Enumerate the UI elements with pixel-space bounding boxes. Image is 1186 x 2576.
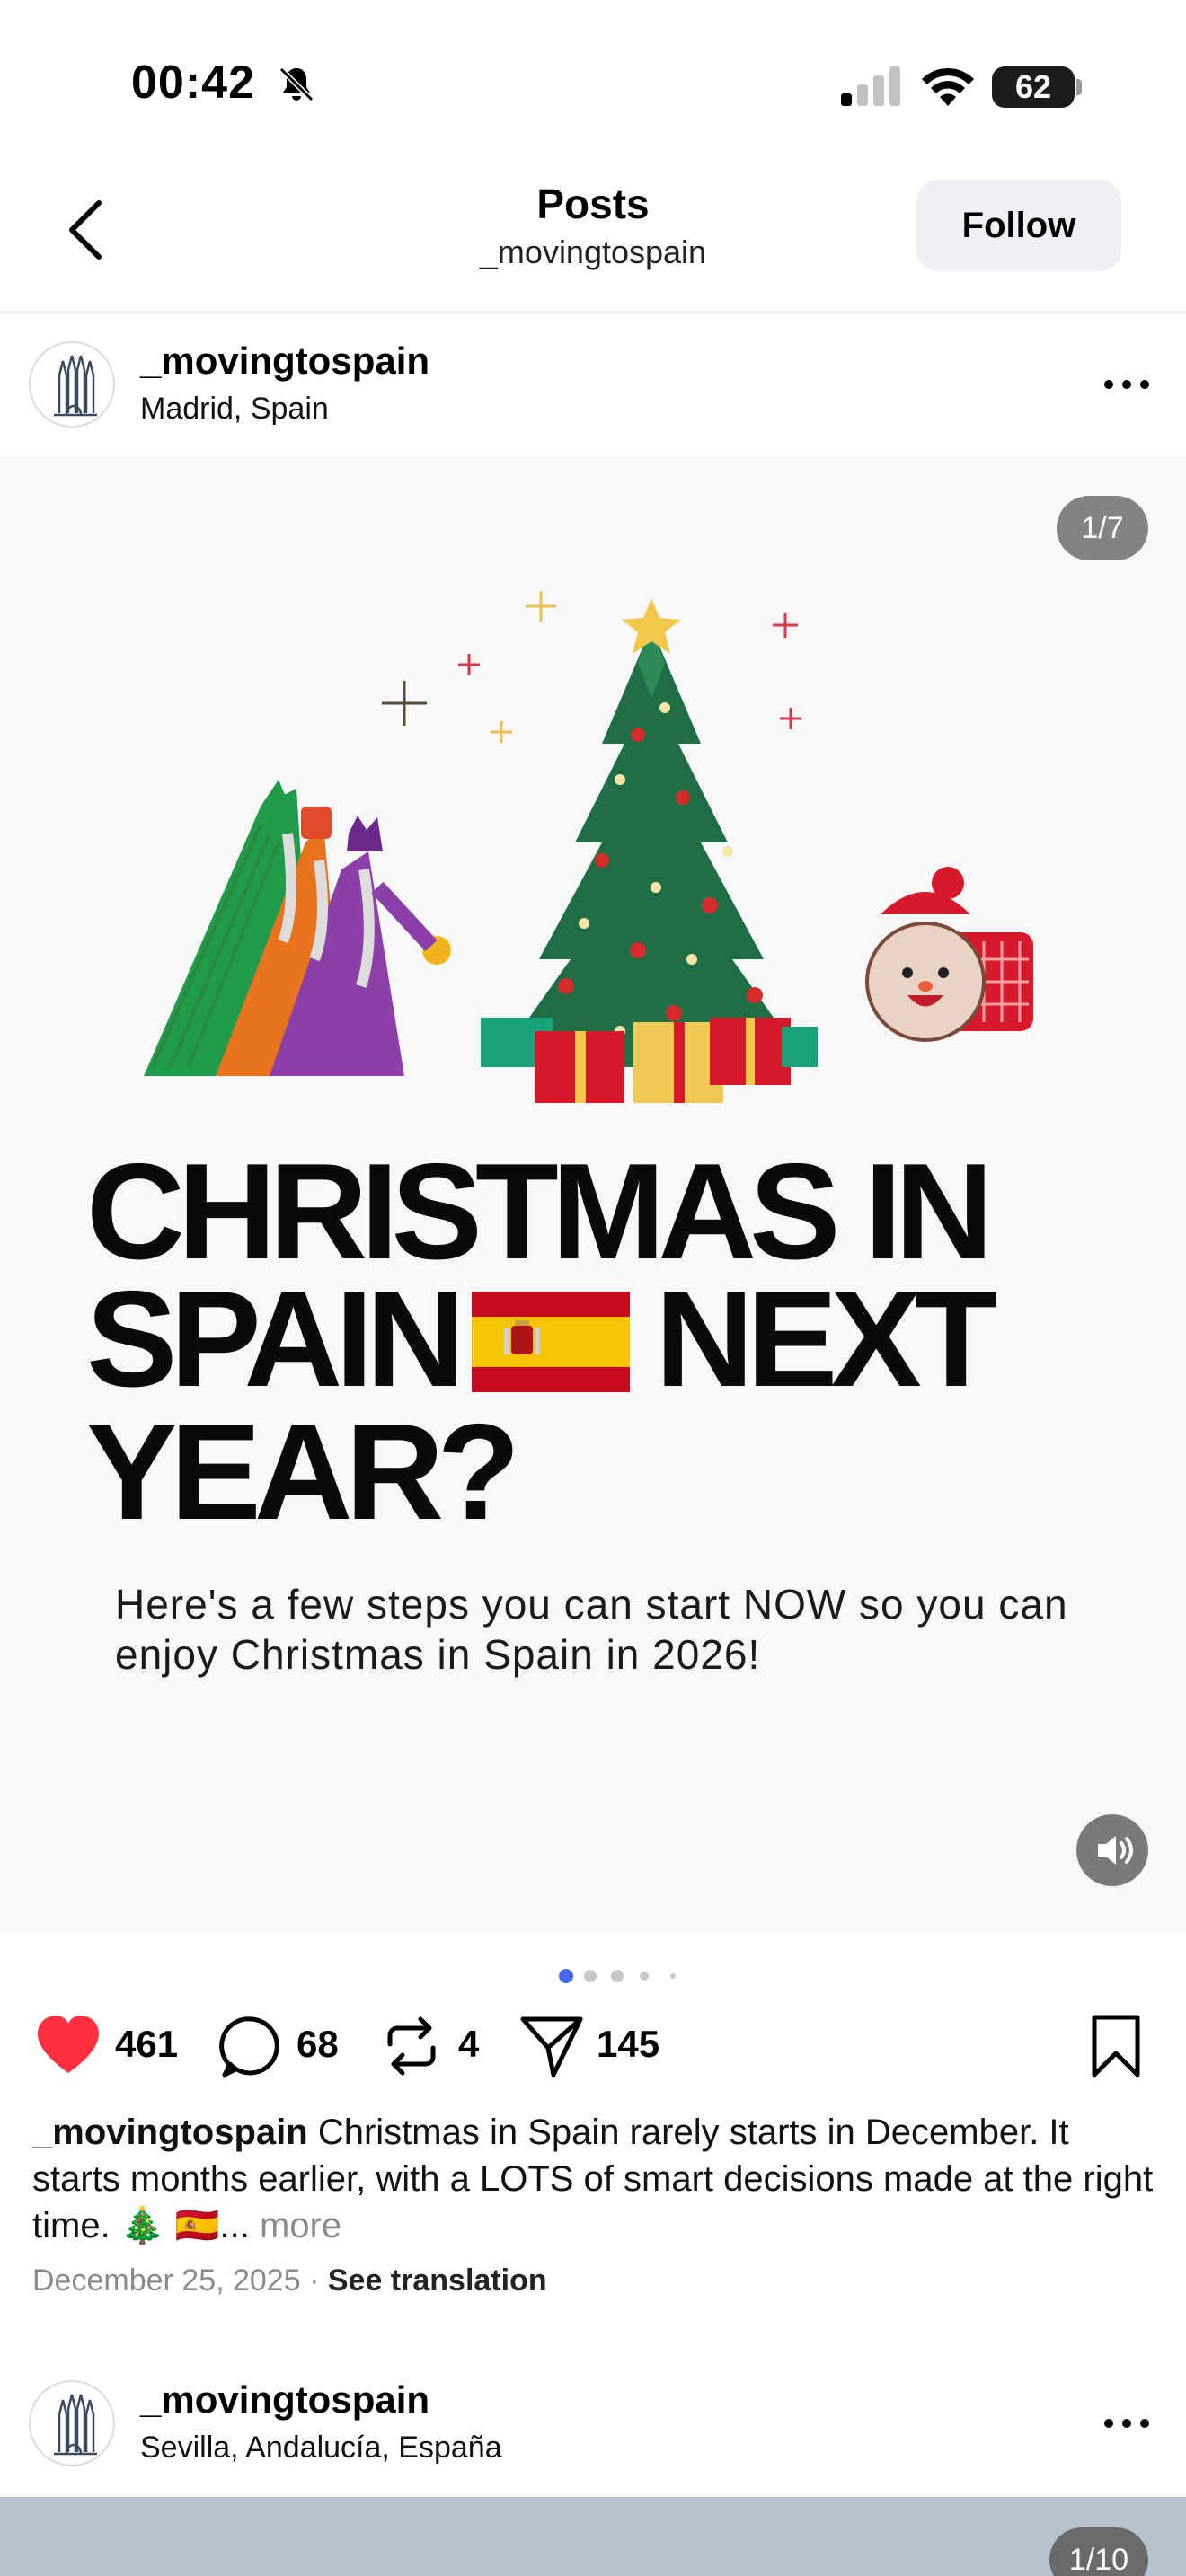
carousel-dot-active bbox=[559, 1969, 573, 1983]
status-time: 00:42 bbox=[131, 57, 255, 109]
post-header-2: _movingtospain Sevilla, Andalucía, Españ… bbox=[0, 2353, 1186, 2497]
more-icon[interactable] bbox=[1098, 366, 1155, 402]
post-username[interactable]: _movingtospain bbox=[140, 340, 429, 383]
headline-line-2b: NEXT bbox=[655, 1263, 997, 1416]
top-nav: Posts _movingtospain Follow bbox=[0, 171, 1186, 313]
battery-level: 62 bbox=[1014, 68, 1052, 105]
spain-flag-icon bbox=[472, 1291, 631, 1392]
sagrada-familia-logo bbox=[54, 355, 97, 417]
christmas-tree bbox=[494, 598, 809, 1067]
carousel-dots bbox=[0, 1967, 1186, 1985]
heart-icon[interactable] bbox=[34, 2012, 102, 2080]
three-kings-figure bbox=[144, 780, 451, 1076]
comment-icon[interactable] bbox=[217, 2012, 286, 2080]
post-location[interactable]: Madrid, Spain bbox=[140, 392, 329, 427]
post-body-text: Here's a few steps you can start NOW so … bbox=[115, 1581, 1068, 1678]
more-icon[interactable] bbox=[1098, 2405, 1155, 2441]
post-header: _movingtospain Madrid, Spain bbox=[0, 314, 1186, 458]
wifi-icon bbox=[922, 67, 974, 106]
see-translation-link[interactable]: See translation bbox=[328, 2263, 547, 2298]
post-location[interactable]: Sevilla, Andalucía, España bbox=[140, 2430, 502, 2466]
meta-separator: · bbox=[300, 2263, 328, 2298]
carousel-dot bbox=[640, 1972, 649, 1981]
post-caption: _movingtospain Christmas in Spain rarely… bbox=[32, 2109, 1155, 2249]
post-meta: December 25, 2025 · See translation bbox=[32, 2263, 547, 2298]
sagrada-familia-logo bbox=[54, 2394, 97, 2456]
headline-line-2a: SPAIN bbox=[86, 1263, 465, 1416]
post-actions: 461 68 4 145 bbox=[0, 2012, 1186, 2084]
avatar[interactable] bbox=[29, 341, 115, 428]
post-media[interactable]: 1/7 CHRISTMAS IN SPAIN NEXT YEAR? Here's… bbox=[0, 456, 1186, 1933]
avatar[interactable] bbox=[29, 2380, 115, 2466]
caption-username[interactable]: _movingtospain bbox=[32, 2113, 308, 2152]
christmas-illustration bbox=[144, 591, 1033, 1103]
caga-tio-figure bbox=[865, 867, 1033, 1042]
signal-icon bbox=[841, 66, 900, 106]
carousel-dot bbox=[584, 1970, 597, 1982]
battery-tip bbox=[1076, 79, 1082, 95]
page-indicator: 1/7 bbox=[1057, 496, 1148, 560]
like-count[interactable]: 461 bbox=[115, 2023, 178, 2066]
post-media-2[interactable]: 1/10 bbox=[0, 2497, 1186, 2576]
carousel-dot bbox=[670, 1973, 676, 1979]
speaker-icon[interactable] bbox=[1076, 1814, 1148, 1886]
post-username[interactable]: _movingtospain bbox=[140, 2378, 429, 2422]
comment-count[interactable]: 68 bbox=[296, 2023, 339, 2066]
repost-count[interactable]: 4 bbox=[458, 2023, 479, 2066]
follow-button[interactable]: Follow bbox=[916, 180, 1121, 271]
post-headline: CHRISTMAS IN SPAIN NEXT YEAR? bbox=[86, 1143, 1128, 1540]
bell-slash-icon bbox=[279, 66, 314, 102]
share-count[interactable]: 145 bbox=[597, 2023, 659, 2066]
status-bar: 00:42 62 bbox=[0, 0, 1186, 171]
battery-indicator: 62 bbox=[992, 66, 1075, 108]
carousel-dot bbox=[611, 1970, 624, 1982]
headline-line-3: YEAR? bbox=[86, 1395, 520, 1548]
share-icon[interactable] bbox=[518, 2012, 586, 2080]
repost-icon[interactable] bbox=[377, 2012, 446, 2080]
caption-more-link[interactable]: more bbox=[250, 2206, 341, 2245]
page-indicator: 1/10 bbox=[1049, 2527, 1148, 2576]
bookmark-icon[interactable] bbox=[1082, 2012, 1150, 2080]
gift-boxes bbox=[481, 1018, 818, 1103]
post-date: December 25, 2025 bbox=[32, 2263, 301, 2298]
